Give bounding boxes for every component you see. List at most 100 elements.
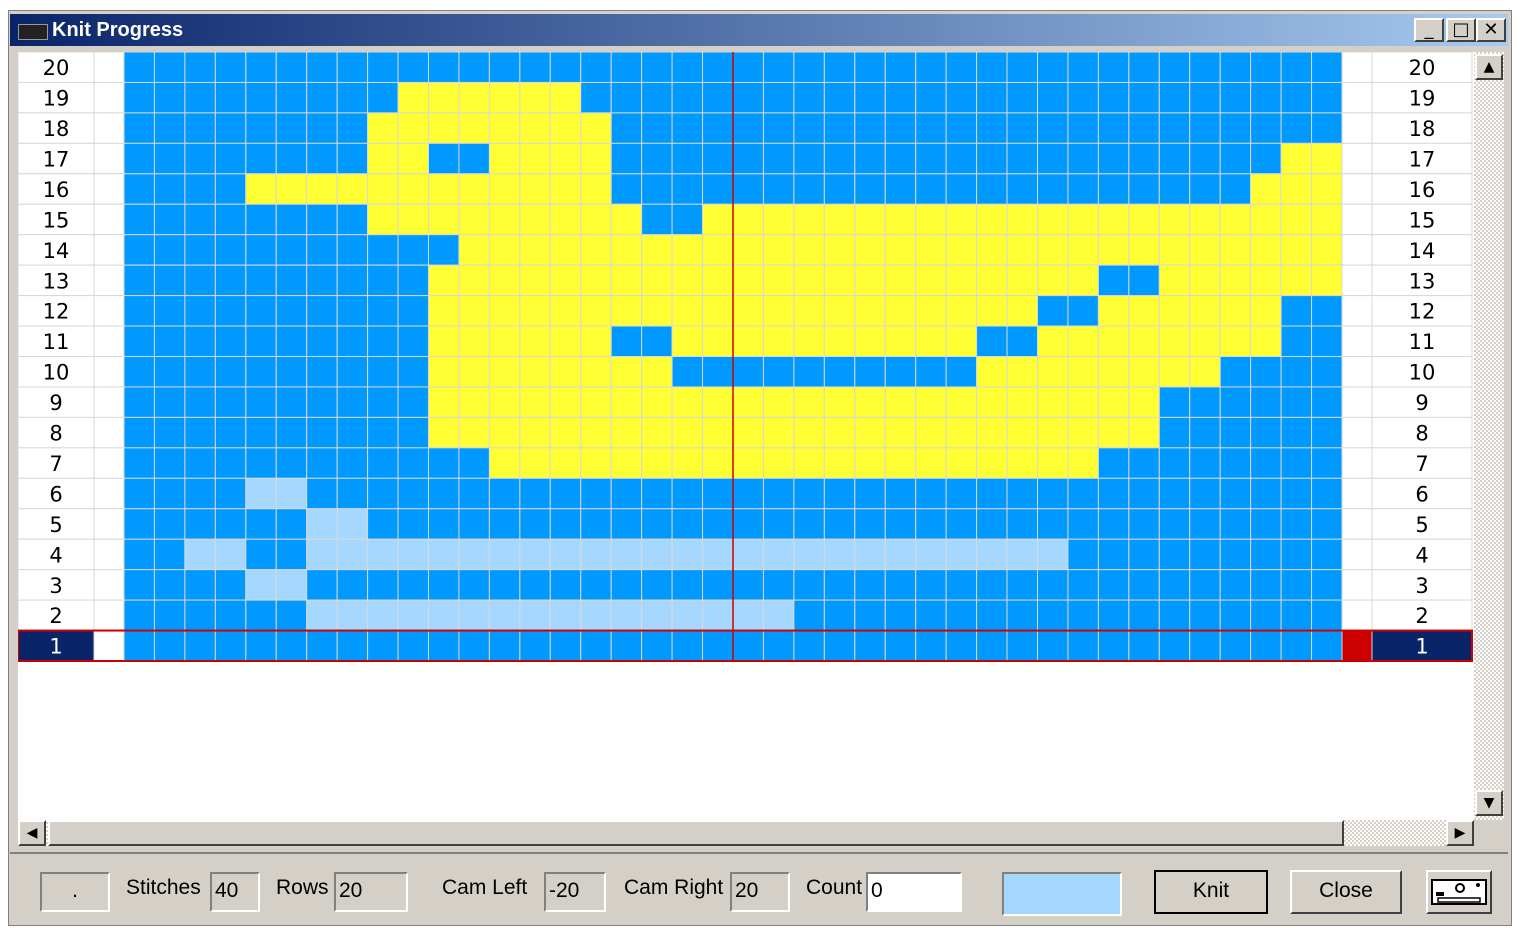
stitch-cell[interactable] xyxy=(214,234,247,266)
stitch-cell[interactable] xyxy=(1006,630,1038,662)
stitch-cell[interactable] xyxy=(1280,447,1313,479)
stitch-cell[interactable] xyxy=(1311,112,1343,144)
stitch-cell[interactable] xyxy=(1006,569,1038,601)
stitch-cell[interactable] xyxy=(610,81,643,114)
stitch-cell[interactable] xyxy=(519,447,551,479)
stitch-cell[interactable] xyxy=(123,386,155,418)
stitch-cell[interactable] xyxy=(1006,538,1038,571)
stitch-cell[interactable] xyxy=(1250,416,1282,449)
stitch-cell[interactable] xyxy=(1311,447,1343,479)
stitch-cell[interactable] xyxy=(153,599,186,632)
stitch-cell[interactable] xyxy=(1006,295,1038,327)
stitch-cell[interactable] xyxy=(1250,264,1282,297)
stitch-cell[interactable] xyxy=(580,325,612,357)
stitch-cell[interactable] xyxy=(1280,81,1313,114)
stitch-cell[interactable] xyxy=(976,508,1008,540)
stitch-cell[interactable] xyxy=(1189,203,1221,236)
stitch-cell[interactable] xyxy=(1280,142,1313,175)
stitch-cell[interactable] xyxy=(549,264,582,297)
stitch-cell[interactable] xyxy=(976,173,1008,205)
stitch-cell[interactable] xyxy=(702,142,734,175)
stitch-cell[interactable] xyxy=(184,203,216,236)
stitch-cell[interactable] xyxy=(1311,599,1343,632)
stitch-cell[interactable] xyxy=(762,264,795,297)
stitch-cell[interactable] xyxy=(976,416,1008,449)
stitch-cell[interactable] xyxy=(488,416,521,449)
stitch-cell[interactable] xyxy=(915,416,947,449)
stitch-cell[interactable] xyxy=(1037,203,1069,236)
stitch-cell[interactable] xyxy=(245,142,277,175)
stitch-cell[interactable] xyxy=(702,630,734,662)
stitch-cell[interactable] xyxy=(336,203,369,236)
stitch-cell[interactable] xyxy=(945,599,978,632)
close-button[interactable]: Close xyxy=(1290,870,1402,914)
stitch-cell[interactable] xyxy=(275,416,308,449)
stitch-cell[interactable] xyxy=(1280,538,1313,571)
stitch-cell[interactable] xyxy=(123,295,155,327)
stitch-cell[interactable] xyxy=(1097,112,1130,144)
stitch-cell[interactable] xyxy=(488,295,521,327)
stitch-cell[interactable] xyxy=(519,81,551,114)
stitch-cell[interactable] xyxy=(397,386,429,418)
stitch-cell[interactable] xyxy=(519,569,551,601)
stitch-cell[interactable] xyxy=(732,173,764,205)
stitch-cell[interactable] xyxy=(123,477,155,510)
stitch-cell[interactable] xyxy=(671,295,704,327)
stitch-cell[interactable] xyxy=(1280,386,1313,418)
stitch-cell[interactable] xyxy=(1006,416,1038,449)
count-field[interactable]: 0 xyxy=(866,872,962,912)
stitch-cell[interactable] xyxy=(854,508,886,540)
stitch-cell[interactable] xyxy=(275,447,308,479)
stitch-cell[interactable] xyxy=(428,630,460,662)
stitch-cell[interactable] xyxy=(1037,477,1069,510)
stitch-cell[interactable] xyxy=(671,173,704,205)
stitch-cell[interactable] xyxy=(336,81,369,114)
stitch-cell[interactable] xyxy=(184,52,216,83)
stitch-cell[interactable] xyxy=(1097,356,1130,388)
stitch-cell[interactable] xyxy=(428,234,460,266)
stitch-cell[interactable] xyxy=(1037,386,1069,418)
stitch-cell[interactable] xyxy=(153,356,186,388)
stitch-cell[interactable] xyxy=(884,477,917,510)
stitch-cell[interactable] xyxy=(245,264,277,297)
stitch-cell[interactable] xyxy=(976,81,1008,114)
stitch-cell[interactable] xyxy=(214,630,247,662)
stitch-cell[interactable] xyxy=(945,173,978,205)
stitch-cell[interactable] xyxy=(762,386,795,418)
stitch-cell[interactable] xyxy=(1128,538,1160,571)
stitch-cell[interactable] xyxy=(367,52,399,83)
stitch-cell[interactable] xyxy=(854,142,886,175)
stitch-cell[interactable] xyxy=(184,569,216,601)
stitch-cell[interactable] xyxy=(184,234,216,266)
stitch-cell[interactable] xyxy=(1097,173,1130,205)
stitch-cell[interactable] xyxy=(793,356,825,388)
stitch-cell[interactable] xyxy=(762,416,795,449)
stitch-cell[interactable] xyxy=(1067,447,1099,479)
maximize-button[interactable]: □ xyxy=(1446,18,1476,42)
stitch-cell[interactable] xyxy=(428,52,460,83)
stitch-cell[interactable] xyxy=(397,599,429,632)
stitch-cell[interactable] xyxy=(488,52,521,83)
stitch-cell[interactable] xyxy=(1250,325,1282,357)
stitch-cell[interactable] xyxy=(641,356,673,388)
stitch-cell[interactable] xyxy=(306,203,338,236)
stitch-cell[interactable] xyxy=(397,569,429,601)
stitch-cell[interactable] xyxy=(1250,599,1282,632)
stitch-cell[interactable] xyxy=(580,295,612,327)
stitch-cell[interactable] xyxy=(245,81,277,114)
stitch-cell[interactable] xyxy=(915,112,947,144)
stitch-cell[interactable] xyxy=(336,447,369,479)
stitch-cell[interactable] xyxy=(1189,325,1221,357)
stitch-cell[interactable] xyxy=(641,508,673,540)
stitch-cell[interactable] xyxy=(123,447,155,479)
stitch-cell[interactable] xyxy=(1037,569,1069,601)
stitch-cell[interactable] xyxy=(580,386,612,418)
stitch-cell[interactable] xyxy=(884,81,917,114)
stitch-cell[interactable] xyxy=(458,477,490,510)
stitch-cell[interactable] xyxy=(702,416,734,449)
stitch-cell[interactable] xyxy=(367,599,399,632)
stitch-cell[interactable] xyxy=(123,356,155,388)
stitch-cell[interactable] xyxy=(1189,538,1221,571)
stitch-cell[interactable] xyxy=(1067,477,1099,510)
stitch-cell[interactable] xyxy=(336,356,369,388)
